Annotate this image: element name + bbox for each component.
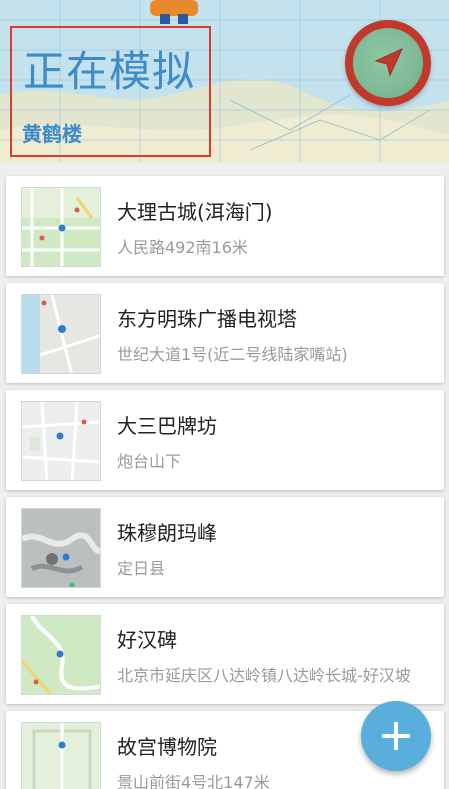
list-item[interactable]: 好汉碑 北京市延庆区八达岭镇八达岭长城-好汉坡	[6, 604, 444, 704]
location-address: 炮台山下	[117, 452, 182, 471]
map-thumbnail	[21, 615, 101, 695]
location-title: 东方明珠广播电视塔	[117, 307, 297, 331]
location-address: 世纪大道1号(近二号线陆家嘴站)	[117, 345, 348, 364]
plus-icon	[382, 722, 410, 750]
list-item[interactable]: 东方明珠广播电视塔 世纪大道1号(近二号线陆家嘴站)	[6, 283, 444, 383]
simulation-status-title: 正在模拟	[23, 47, 196, 96]
map-thumbnail	[21, 722, 101, 789]
add-location-button[interactable]	[361, 701, 431, 771]
location-address: 景山前街4号北147米	[117, 773, 270, 789]
list-item[interactable]: 大三巴牌坊 炮台山下	[6, 390, 444, 490]
map-thumbnail	[21, 294, 101, 374]
map-thumbnail	[21, 508, 101, 588]
navigation-button[interactable]	[345, 20, 431, 106]
navigation-arrow-icon	[374, 47, 404, 77]
location-address: 定日县	[117, 559, 166, 578]
list-item[interactable]: 珠穆朗玛峰 定日县	[6, 497, 444, 597]
location-list[interactable]: 大理古城(洱海门) 人民路492南16米 东方明珠广播电视塔 世纪大道1号(近二…	[6, 176, 444, 789]
location-title: 大理古城(洱海门)	[117, 200, 273, 224]
location-address: 人民路492南16米	[117, 238, 248, 257]
location-title: 故宫博物院	[117, 735, 217, 759]
list-item[interactable]: 大理古城(洱海门) 人民路492南16米	[6, 176, 444, 276]
location-title: 珠穆朗玛峰	[117, 521, 217, 545]
map-thumbnail	[21, 401, 101, 481]
header-banner: 正在模拟 黄鹤楼	[0, 0, 449, 163]
location-address: 北京市延庆区八达岭镇八达岭长城-好汉坡	[117, 666, 411, 685]
map-thumbnail	[21, 187, 101, 267]
current-location-label: 黄鹤楼	[22, 122, 82, 146]
location-title: 大三巴牌坊	[117, 414, 217, 438]
location-title: 好汉碑	[117, 628, 177, 652]
